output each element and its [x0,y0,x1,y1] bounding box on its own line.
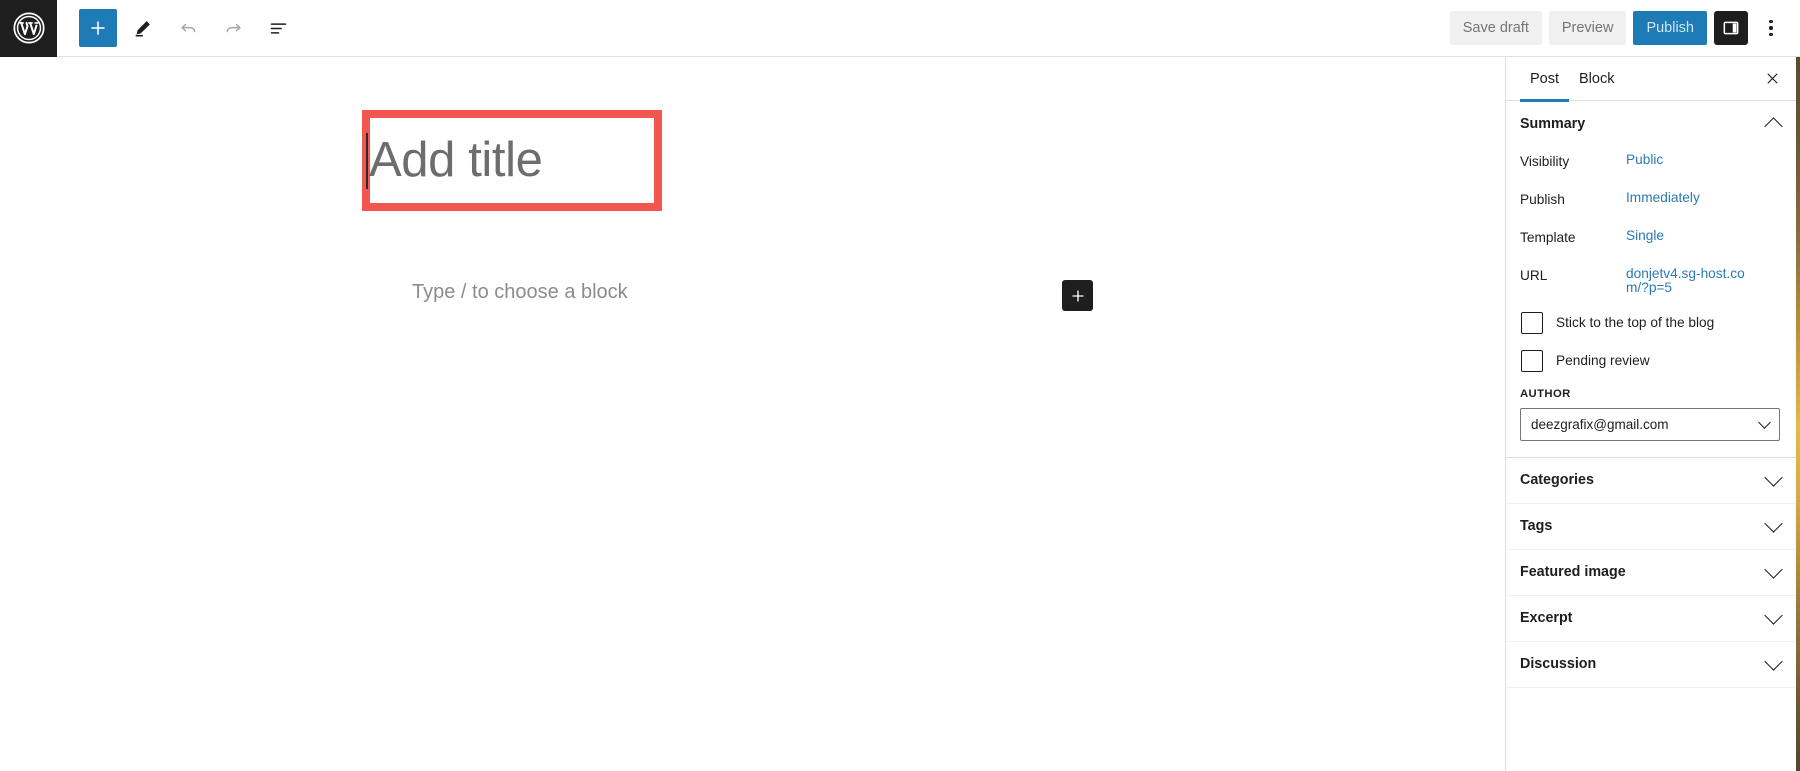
sticky-post-checkbox-row[interactable]: Stick to the top of the blog [1520,311,1780,334]
block-inserter-toggle-button[interactable] [79,9,117,47]
sidebar-panel-icon [1723,21,1739,35]
pending-review-checkbox-row[interactable]: Pending review [1520,349,1780,372]
panel-categories[interactable]: Categories [1506,458,1796,504]
publish-value-button[interactable]: Immediately [1626,191,1700,205]
summary-row-visibility: Visibility Public [1520,153,1780,175]
kebab-menu-icon-dot2 [1769,26,1773,30]
summary-panel-body: Visibility Public Publish Immediately Te… [1506,147,1796,457]
featured-image-panel-title: Featured image [1520,564,1626,581]
chevron-down-icon [1764,606,1783,625]
save-draft-button[interactable]: Save draft [1449,11,1542,45]
url-value-link[interactable]: donjetv4.sg-host.com/?p=5 [1626,266,1746,296]
wordpress-block-editor: Save draft Preview Publish Add title Typ… [0,0,1800,771]
undo-button[interactable] [169,9,207,47]
chevron-down-icon [1764,652,1783,671]
undo-arrow-icon [180,23,195,32]
wordpress-logo-icon[interactable] [0,0,57,57]
post-title-field[interactable]: Add title [362,110,662,211]
discussion-panel-title: Discussion [1520,656,1597,673]
visibility-value-button[interactable]: Public [1626,153,1663,167]
tools-pencil-button[interactable] [124,9,162,47]
close-sidebar-button[interactable] [1756,63,1788,95]
chevron-up-icon [1764,116,1783,136]
sidebar-tab-bar: Post Block [1506,57,1796,102]
pending-review-label: Pending review [1556,353,1650,369]
chevron-down-icon [1764,468,1783,487]
header-left-tool-group [57,9,304,47]
kebab-menu-icon-dot3 [1769,32,1773,37]
summary-row-publish: Publish Immediately [1520,191,1780,213]
plus-icon [1071,289,1084,302]
post-settings-sidebar: Post Block Summary Visibility Public Pub… [1505,57,1796,771]
browser-edge-strip [1796,57,1800,771]
preview-button[interactable]: Preview [1548,11,1627,45]
tab-post[interactable]: Post [1520,57,1570,102]
publish-button[interactable]: Publish [1633,11,1707,45]
text-cursor-caret [366,132,368,189]
post-title-placeholder: Add title [369,133,543,187]
editor-canvas[interactable]: Add title Type / to choose a block [0,57,1505,771]
pending-review-checkbox[interactable] [1521,349,1543,372]
summary-row-template: Template Single [1520,229,1780,251]
url-label: URL [1520,268,1548,283]
tab-block[interactable]: Block [1569,57,1624,101]
settings-sidebar-toggle-button[interactable] [1714,11,1748,45]
tags-panel-title: Tags [1520,518,1553,535]
author-select-value: deezgrafix@gmail.com [1531,416,1669,432]
options-menu-button[interactable] [1756,11,1786,45]
close-x-icon [1767,73,1777,84]
plus-icon [91,21,105,35]
redo-button[interactable] [214,9,252,47]
panel-excerpt[interactable]: Excerpt [1506,596,1796,642]
panel-featured-image[interactable]: Featured image [1506,550,1796,596]
chevron-down-icon [1764,560,1783,579]
editor-header-toolbar: Save draft Preview Publish [0,0,1800,57]
header-right-tool-group: Save draft Preview Publish [1449,11,1800,45]
empty-block-prompt[interactable]: Type / to choose a block [412,281,628,304]
author-select[interactable]: deezgrafix@gmail.com [1520,407,1780,441]
sticky-post-checkbox[interactable] [1521,311,1543,334]
summary-panel-header[interactable]: Summary [1506,101,1796,147]
pencil-icon [135,21,150,37]
list-view-icon [270,22,286,34]
publish-label: Publish [1520,192,1565,207]
panel-tags[interactable]: Tags [1506,504,1796,550]
template-value-button[interactable]: Single [1626,229,1664,243]
summary-panel-title: Summary [1520,116,1586,132]
kebab-menu-icon [1769,19,1773,24]
inline-block-inserter-button[interactable] [1062,280,1093,311]
excerpt-panel-title: Excerpt [1520,610,1573,627]
author-field-label: AUTHOR [1520,387,1571,400]
chevron-down-icon [1758,415,1771,429]
sticky-post-label: Stick to the top of the blog [1556,315,1715,331]
panel-discussion[interactable]: Discussion [1506,642,1796,688]
chevron-down-icon [1764,514,1783,533]
visibility-label: Visibility [1520,154,1570,169]
redo-arrow-icon [226,23,241,32]
categories-panel-title: Categories [1520,472,1594,489]
document-overview-button[interactable] [259,9,297,47]
summary-row-url: URL donjetv4.sg-host.com/?p=5 [1520,266,1780,296]
template-label: Template [1520,230,1576,245]
